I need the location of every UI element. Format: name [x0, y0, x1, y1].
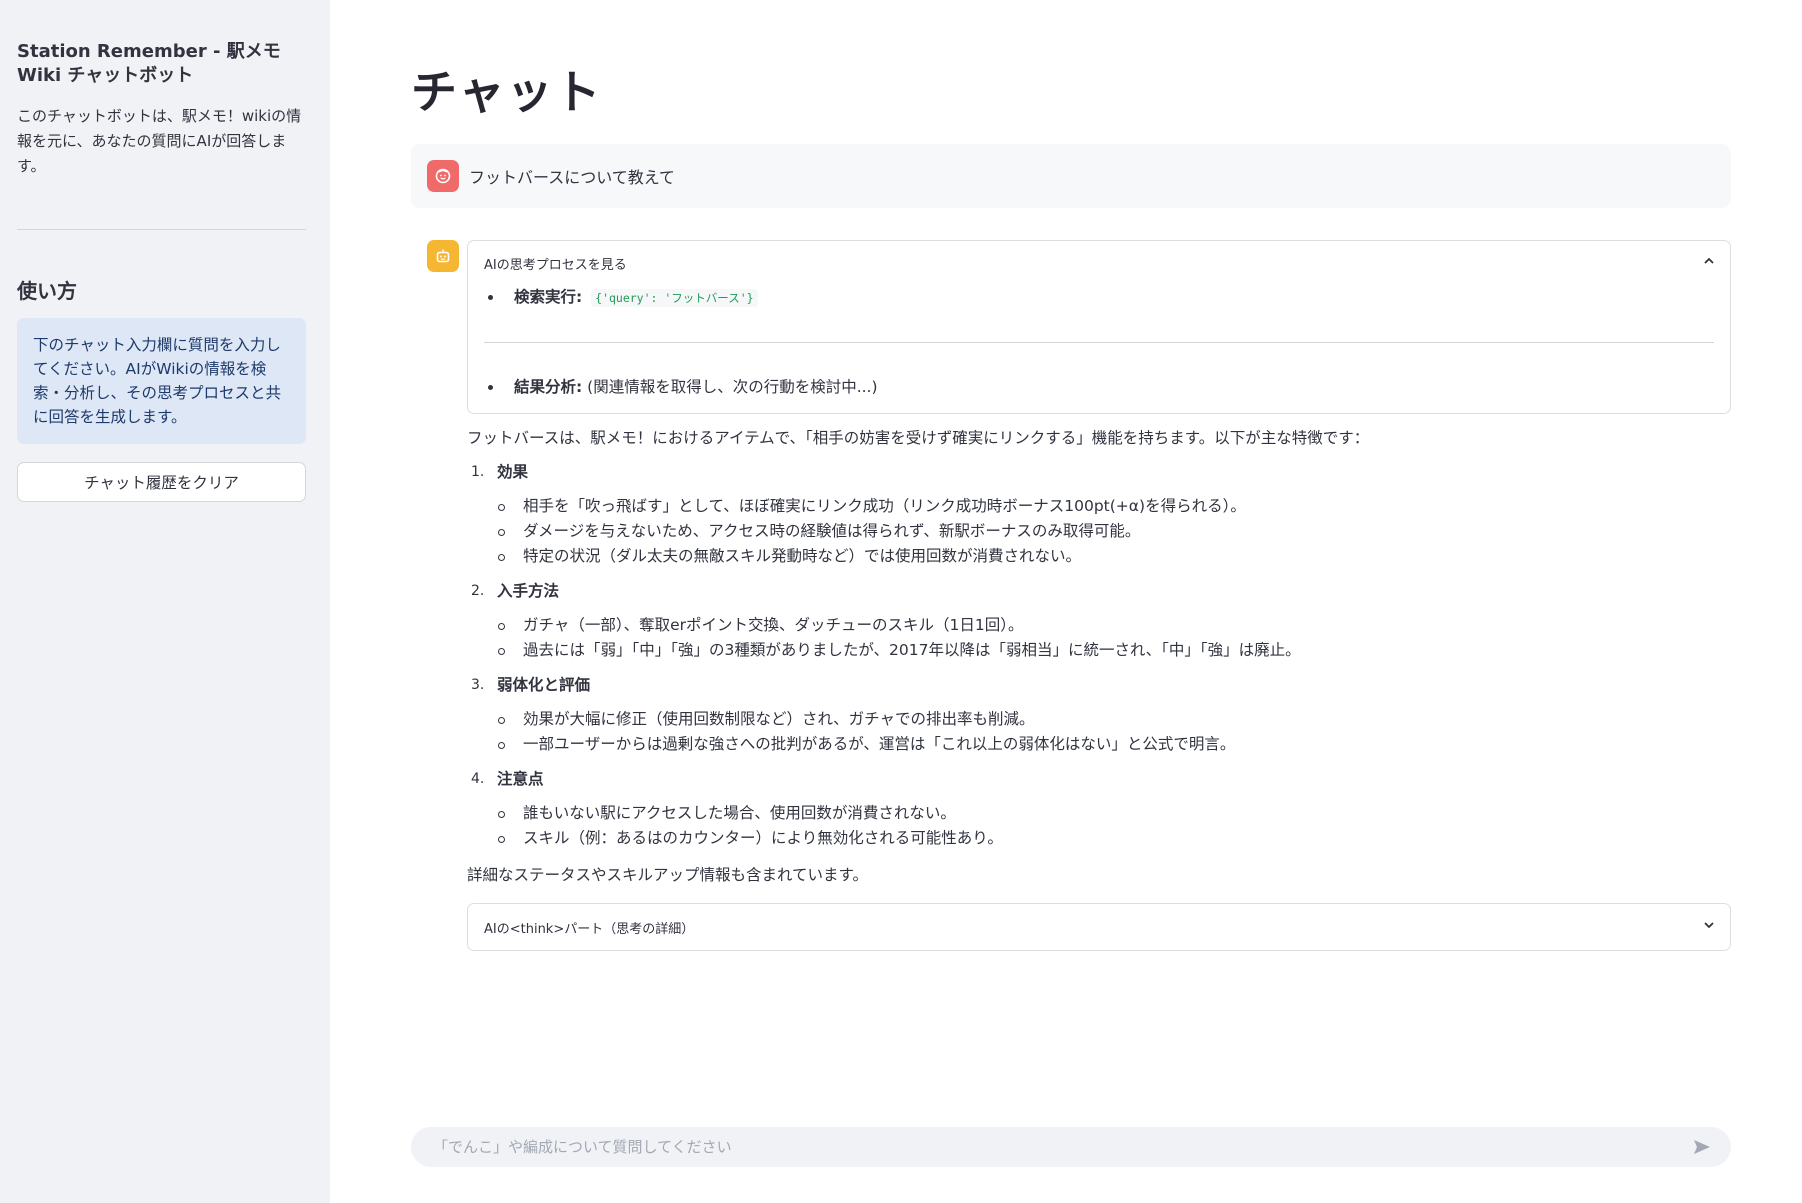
- thinking-process-expander-header[interactable]: AIの思考プロセスを見る: [468, 241, 1730, 285]
- list-number: 1.: [471, 464, 485, 480]
- list-item: スキル（例：あるはのカウンター）により無効化される可能性あり。: [497, 826, 1731, 851]
- list-item: 一部ユーザーからは過剰な強さへの批判があるが、運営は「これ以上の弱体化はない」と…: [497, 732, 1731, 757]
- clear-history-button[interactable]: チャット履歴をクリア: [17, 462, 306, 502]
- sidebar-divider: [17, 229, 306, 230]
- list-item: 2. 入手方法: [467, 579, 1731, 603]
- think-part-expander: AIの<think>パート（思考の詳細）: [467, 903, 1731, 951]
- thinking-divider: [484, 342, 1714, 343]
- section-heading: 弱体化と評価: [497, 676, 591, 694]
- section-heading: 注意点: [497, 770, 544, 788]
- list-item: 1. 効果: [467, 460, 1731, 484]
- list-item: 4. 注意点: [467, 767, 1731, 791]
- sidebar-title: Station Remember - 駅メモWiki チャットボット: [17, 41, 281, 86]
- think-part-expander-label: AIの<think>パート（思考の詳細）: [484, 921, 695, 937]
- list-item: ガチャ（一部）、奪取erポイント交換、ダッチューのスキル（1日1回）。: [497, 613, 1731, 638]
- thinking-step-analysis: 結果分析: (関連情報を取得し、次の行動を検討中...): [484, 375, 1714, 399]
- list-item: 過去には「弱」「中」「強」の3種類がありましたが、2017年以降は「弱相当」に統…: [497, 638, 1731, 663]
- user-avatar-icon: [427, 160, 459, 192]
- bullet-list: 誰もいない駅にアクセスした場合、使用回数が消費されない。 スキル（例：あるはのカ…: [467, 801, 1731, 851]
- page-title: チャット: [411, 65, 603, 119]
- howto-heading: 使い方: [17, 279, 77, 303]
- sidebar-description: このチャットボットは、駅メモ！wikiの情報を元に、あなたの質問にAIが回答しま…: [17, 107, 302, 175]
- answer-closing: 詳細なステータスやスキルアップ情報も含まれています。: [467, 866, 868, 884]
- chevron-down-icon: [1702, 918, 1716, 936]
- bullet-list: ガチャ（一部）、奪取erポイント交換、ダッチューのスキル（1日1回）。 過去には…: [467, 613, 1731, 663]
- thinking-process-expander-label: AIの思考プロセスを見る: [484, 257, 627, 273]
- chat-input[interactable]: [433, 1138, 1689, 1156]
- answer-text: フットバースは、駅メモ！におけるアイテムで、「相手の妨害を受けず確実にリンクする…: [467, 426, 1731, 887]
- list-item: 相手を「吹っ飛ばす」として、ほぼ確実にリンク成功（リンク成功時ボーナス100pt…: [497, 494, 1731, 519]
- assistant-message: AIの思考プロセスを見る 検索実行: {'query': 'フットバース'} 結…: [411, 240, 1731, 951]
- user-message-text: フットバースについて教えて: [469, 168, 675, 187]
- assistant-message-body: AIの思考プロセスを見る 検索実行: {'query': 'フットバース'} 結…: [467, 240, 1731, 951]
- section-heading: 効果: [497, 463, 529, 481]
- thinking-step-text: (関連情報を取得し、次の行動を検討中...): [587, 378, 878, 396]
- list-number: 3.: [471, 677, 485, 693]
- app-root: Station Remember - 駅メモWiki チャットボット このチャッ…: [0, 0, 1802, 1203]
- think-part-expander-header[interactable]: AIの<think>パート（思考の詳細）: [468, 904, 1730, 950]
- thinking-process-expander: AIの思考プロセスを見る 検索実行: {'query': 'フットバース'} 結…: [467, 240, 1731, 414]
- section-heading: 入手方法: [497, 582, 560, 600]
- chevron-up-icon: [1702, 254, 1716, 272]
- bullet-list: 効果が大幅に修正（使用回数制限など）され、ガチャでの排出率も削減。 一部ユーザー…: [467, 707, 1731, 757]
- bullet-list: 相手を「吹っ飛ばす」として、ほぼ確実にリンク成功（リンク成功時ボーナス100pt…: [467, 494, 1731, 569]
- list-number: 2.: [471, 583, 485, 599]
- list-item: 効果が大幅に修正（使用回数制限など）され、ガチャでの排出率も削減。: [497, 707, 1731, 732]
- main-content: チャット フットバースについて教えて AIの思考プロセスを見る 検索実行: {'…: [330, 0, 1802, 1203]
- send-icon[interactable]: [1689, 1134, 1715, 1160]
- chat-input-container: [411, 1127, 1731, 1167]
- thinking-step-label: 結果分析:: [514, 378, 583, 396]
- thinking-step-search: 検索実行: {'query': 'フットバース'}: [484, 285, 1714, 310]
- list-item: 特定の状況（ダル太夫の無敵スキル発動時など）では使用回数が消費されない。: [497, 544, 1731, 569]
- howto-info-box: 下のチャット入力欄に質問を入力してください。AIがWikiの情報を検索・分析し、…: [17, 318, 306, 444]
- list-item: 誰もいない駅にアクセスした場合、使用回数が消費されない。: [497, 801, 1731, 826]
- search-query-code: {'query': 'フットバース'}: [591, 289, 758, 307]
- sidebar: Station Remember - 駅メモWiki チャットボット このチャッ…: [0, 0, 330, 1203]
- list-item: 3. 弱体化と評価: [467, 673, 1731, 697]
- thinking-process-content: 検索実行: {'query': 'フットバース'} 結果分析: (関連情報を取得…: [468, 285, 1730, 413]
- user-message: フットバースについて教えて: [411, 144, 1731, 208]
- list-item: ダメージを与えないため、アクセス時の経験値は得られず、新駅ボーナスのみ取得可能。: [497, 519, 1731, 544]
- answer-intro: フットバースは、駅メモ！におけるアイテムで、「相手の妨害を受けず確実にリンクする…: [467, 429, 1370, 447]
- bot-avatar-icon: [427, 240, 459, 272]
- thinking-step-label: 検索実行:: [514, 288, 583, 306]
- list-number: 4.: [471, 771, 485, 787]
